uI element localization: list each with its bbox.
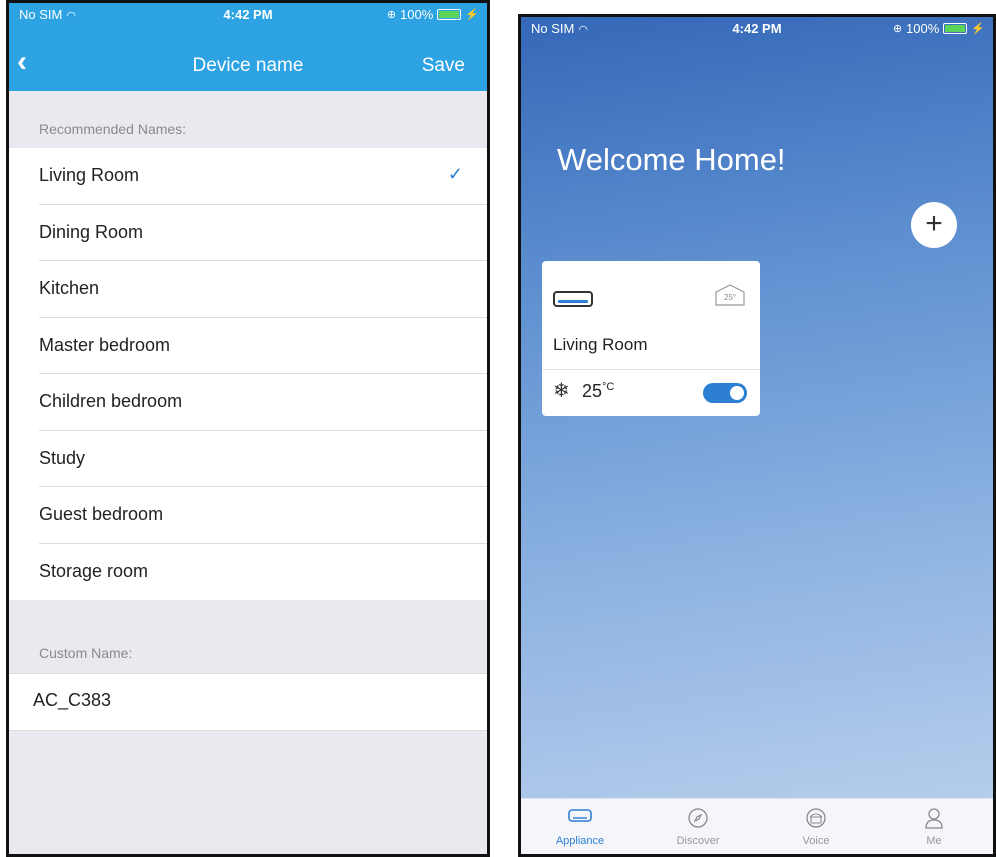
welcome-heading: Welcome Home! [557,142,786,177]
appliance-icon [521,807,639,829]
battery-indicator: ⊕ 100% ⚡ [387,7,479,22]
name-option-label: Children bedroom [39,391,183,411]
tab-voice[interactable]: Voice [757,799,875,854]
name-option-kitchen[interactable]: Kitchen [39,261,487,318]
alarm-icon: ⊕ [892,23,903,35]
tab-label: Discover [676,835,720,847]
cool-mode-icon: ❄ [553,380,570,402]
checkmark-icon: ✓ [447,164,463,184]
name-option-label: Living Room [39,165,140,185]
indoor-temperature-icon: 25° [714,283,746,307]
name-option-label: Storage room [39,560,149,581]
page-title: Device name [192,55,304,76]
bottom-tab-bar: Appliance Discover Voice Me [521,798,993,854]
compass-icon [639,807,757,829]
navigation-bar: No SIM ◠ 4:42 PM ⊕ 100% ⚡ ‹ Device name S… [9,3,487,91]
tab-appliance[interactable]: Appliance [521,799,639,854]
name-option-study[interactable]: Study [39,431,487,487]
person-icon [875,807,993,829]
name-option-label: Study [39,447,86,468]
temperature-unit: °C [602,381,615,393]
home-screen: No SIM ◠ 4:42 PM ⊕ 100% ⚡ Welcome Home! +… [518,14,996,857]
tab-label: Voice [802,835,830,847]
alarm-icon: ⊕ [386,9,397,21]
custom-name-header: Custom Name: [39,645,133,661]
status-bar: No SIM ◠ 4:42 PM ⊕ 100% ⚡ [9,3,487,27]
custom-name-row [9,673,487,731]
power-toggle[interactable] [703,383,747,403]
custom-name-input[interactable] [33,690,433,711]
name-option-label: Dining Room [39,221,144,242]
name-option-children-bedroom[interactable]: Children bedroom [39,374,487,431]
name-option-dining-room[interactable]: Dining Room [39,205,487,261]
set-temperature: 25°C [582,381,614,402]
status-bar: No SIM ◠ 4:42 PM ⊕ 100% ⚡ [521,17,993,41]
tab-label: Me [926,835,942,847]
name-option-living-room[interactable]: Living Room ✓ [39,148,487,205]
battery-indicator: ⊕ 100% ⚡ [893,21,985,36]
name-option-label: Kitchen [39,278,100,298]
name-option-guest-bedroom[interactable]: Guest bedroom [39,487,487,544]
tab-me[interactable]: Me [875,799,993,854]
add-device-button[interactable]: + [911,202,957,248]
indoor-temperature-value: 25° [723,293,737,302]
air-conditioner-icon [553,291,593,307]
name-option-master-bedroom[interactable]: Master bedroom [39,318,487,374]
charging-icon: ⚡ [465,9,479,21]
battery-icon [437,9,462,20]
voice-icon [757,807,875,829]
temperature-value: 25 [582,381,603,401]
name-option-label: Master bedroom [39,334,171,355]
card-divider [542,369,760,370]
name-option-storage-room[interactable]: Storage room [39,544,487,601]
save-button[interactable]: Save [422,55,465,77]
tab-label: Appliance [555,835,605,847]
charging-icon: ⚡ [971,23,985,35]
device-card-living-room[interactable]: 25° Living Room ❄ 25°C [542,261,760,416]
name-option-label: Guest bedroom [39,504,164,524]
battery-percent: 100% [906,21,940,36]
tab-discover[interactable]: Discover [639,799,757,854]
device-name: Living Room [553,335,648,354]
recommended-names-header: Recommended Names: [39,121,187,137]
battery-icon [943,23,968,34]
battery-percent: 100% [400,7,434,22]
recommended-names-list: Living Room ✓ Dining Room Kitchen Master… [9,148,487,600]
device-name-screen: No SIM ◠ 4:42 PM ⊕ 100% ⚡ ‹ Device name S… [6,0,490,857]
